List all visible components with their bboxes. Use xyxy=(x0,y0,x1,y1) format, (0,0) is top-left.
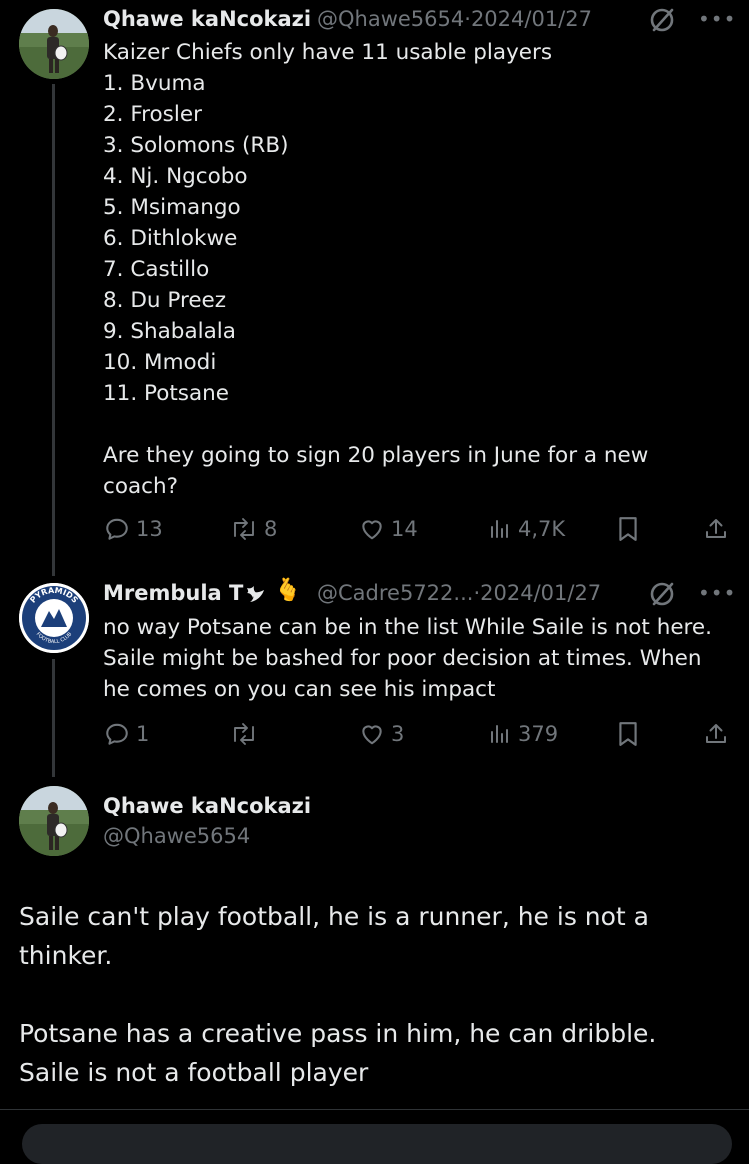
heart-icon xyxy=(362,725,382,745)
thread-line xyxy=(52,84,55,576)
share-button[interactable] xyxy=(704,721,728,747)
views-button[interactable]: 379 xyxy=(488,721,558,747)
reply-icon xyxy=(106,723,128,745)
author-handle[interactable]: @Qhawe5654·2024/01/27 xyxy=(317,7,592,31)
meta-separator: · xyxy=(464,7,471,31)
bookmark-icon xyxy=(619,517,637,541)
divider xyxy=(0,1109,749,1110)
retweet-icon xyxy=(234,723,254,745)
more-icon[interactable]: ••• xyxy=(698,7,736,31)
share-icon xyxy=(706,724,726,743)
view-count: 4,7K xyxy=(518,517,566,541)
author-name[interactable]: Qhawe kaNcokazi xyxy=(103,7,311,31)
share-button[interactable] xyxy=(704,516,728,542)
reply-input[interactable] xyxy=(22,1124,732,1164)
reply-button[interactable]: 13 xyxy=(104,516,163,542)
avatar[interactable] xyxy=(19,786,89,856)
reply-button[interactable]: 1 xyxy=(104,721,149,747)
more-icon[interactable]: ••• xyxy=(698,581,736,605)
share-icon xyxy=(706,519,726,538)
views-button[interactable]: 4,7K xyxy=(488,516,565,542)
tweet-text: no way Potsane can be in the list While … xyxy=(103,615,719,702)
avatar[interactable]: PYRAMIDS FOOTBALL CLUB xyxy=(19,583,89,653)
reply-icon xyxy=(106,518,128,540)
bookmark-icon xyxy=(619,722,637,746)
tweet-text: Saile can't play football, he is a runne… xyxy=(19,902,657,1087)
retweet-button[interactable]: 8 xyxy=(230,516,277,542)
bookmark-button[interactable] xyxy=(617,721,639,747)
retweet-button[interactable] xyxy=(230,721,258,747)
author-handle-text[interactable]: @Cadre5722... xyxy=(317,581,473,605)
like-button[interactable]: 3 xyxy=(359,721,404,747)
heart-icon xyxy=(362,520,382,540)
like-count: 3 xyxy=(391,722,405,746)
name-emoji: 🫰 xyxy=(274,578,302,603)
retweet-icon xyxy=(234,518,254,540)
reply-count: 1 xyxy=(136,722,150,746)
like-count: 14 xyxy=(391,517,418,541)
tweet-date[interactable]: 2024/01/27 xyxy=(471,7,592,31)
thread-line xyxy=(52,659,55,777)
tweet-text: Kaizer Chiefs only have 11 usable player… xyxy=(103,40,649,499)
like-button[interactable]: 14 xyxy=(359,516,418,542)
view-count: 379 xyxy=(518,722,559,746)
views-icon xyxy=(491,725,508,743)
grok-icon[interactable] xyxy=(648,580,676,612)
retweet-count: 8 xyxy=(264,517,278,541)
bookmark-button[interactable] xyxy=(617,516,639,542)
author-name[interactable]: Qhawe kaNcokazi xyxy=(103,794,311,818)
grok-icon[interactable] xyxy=(648,6,676,38)
views-icon xyxy=(491,520,508,538)
author-handle[interactable]: @Qhawe5654 xyxy=(103,824,250,848)
verified-badge-icon xyxy=(244,583,268,609)
tweet-date[interactable]: 2024/01/27 xyxy=(480,581,601,605)
author-handle-text[interactable]: @Qhawe5654 xyxy=(317,7,464,31)
avatar[interactable] xyxy=(19,9,89,79)
author-name[interactable]: Mrembula T xyxy=(103,581,243,605)
author-handle[interactable]: @Cadre5722...·2024/01/27 xyxy=(317,581,601,605)
reply-count: 13 xyxy=(136,517,163,541)
